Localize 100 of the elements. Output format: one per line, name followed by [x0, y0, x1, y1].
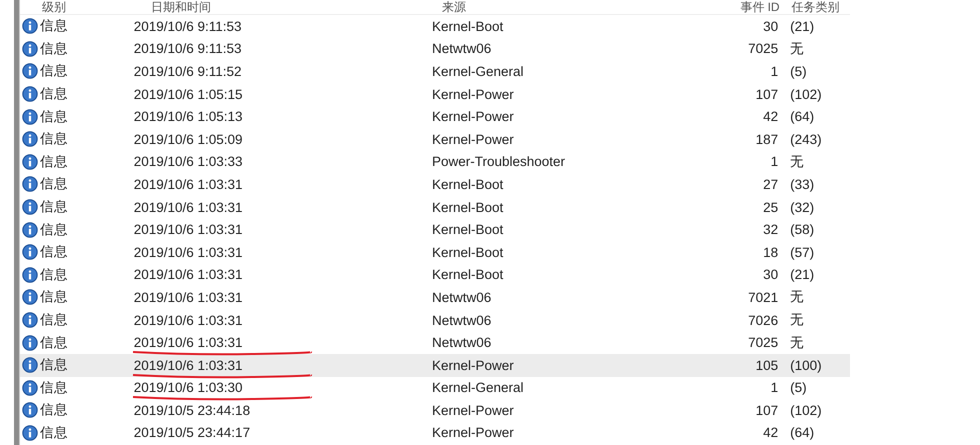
table-row[interactable]: 信息 2019/10/6 1:05:09 Kernel-Power 187 (243): [20, 128, 850, 151]
info-icon: [22, 86, 38, 102]
info-icon: [22, 357, 38, 374]
table-row[interactable]: 信息 2019/10/6 9:11:52 Kernel-General 1 (5): [20, 60, 850, 83]
table-cell-text: (57): [789, 244, 816, 260]
table-cell: 信息: [40, 130, 68, 148]
table-row[interactable]: 信息 2019/10/6 1:03:31 Netwtw06 7026 无: [20, 308, 850, 332]
table-cell-text: 25: [762, 200, 778, 215]
table-row[interactable]: 信息 2019/10/6 1:03:31 Kernel-Boot 25 (32): [20, 196, 850, 218]
column-header[interactable]: 事件 ID: [675, 0, 780, 14]
table-cell-text: 7025: [747, 41, 778, 56]
table-cell: 信息: [40, 424, 68, 442]
table-cell-text: 42: [762, 425, 778, 440]
table-cell-text: Kernel-Boot: [432, 18, 504, 34]
info-icon: [22, 154, 38, 170]
table-cell-text: 2019/10/6 1:03:31: [134, 267, 244, 282]
table-cell-text: (21): [789, 267, 816, 282]
table-row[interactable]: 信息 2019/10/6 1:03:31 Kernel-Boot 27 (33): [20, 173, 850, 196]
table-cell: 信息: [40, 40, 68, 58]
table-cell-text: 30: [762, 267, 778, 282]
table-cell-text: 2019/10/6 1:03:31: [134, 290, 244, 305]
table-cell-text: 7025: [747, 335, 778, 350]
table-row[interactable]: 信息 2019/10/6 1:03:33 Power-Troubleshooter 1 无: [20, 150, 850, 174]
table-cell-text: (243): [789, 132, 823, 147]
info-icon: [22, 176, 38, 192]
table-row[interactable]: 信息 2019/10/6 1:03:30 Kernel-General 1 (5): [20, 376, 850, 400]
table-row[interactable]: 信息 2019/10/6 9:11:53 Kernel-Boot 30 (21): [20, 15, 850, 38]
column-header[interactable]: 级别: [20, 0, 151, 14]
table-cell-text: Netwtw06: [432, 335, 492, 350]
table-cell-text: 2019/10/5 23:44:18: [134, 402, 252, 418]
table-cell: 信息: [40, 62, 68, 80]
table-cell-text: 18: [762, 244, 778, 260]
table-row[interactable]: 信息 2019/10/6 1:05:15 Kernel-Power 107 (102): [20, 82, 850, 106]
table-cell: 信息: [40, 220, 68, 239]
table-cell-text: Kernel-Boot: [432, 244, 504, 260]
table-row[interactable]: 信息 2019/10/6 1:03:31 Kernel-Power 105 (100): [20, 354, 850, 376]
table-row[interactable]: 信息 2019/10/6 1:03:31 Kernel-Boot 30 (21): [20, 264, 850, 286]
table-cell-text: 无: [789, 288, 806, 306]
info-icon: [22, 40, 38, 57]
table-row[interactable]: 信息 2019/10/6 1:03:31 Netwtw06 7021 无: [20, 286, 850, 309]
table-row[interactable]: 信息 2019/10/6 1:05:13 Kernel-Power 42 (64): [20, 105, 850, 128]
info-icon: [22, 334, 38, 351]
table-cell-text: Kernel-Power: [432, 86, 515, 102]
table-cell-text: 2019/10/6 1:05:13: [134, 109, 244, 124]
table-cell-text: Kernel-Boot: [432, 200, 504, 215]
table-cell-text: (100): [789, 358, 823, 373]
table-row[interactable]: 信息 2019/10/6 9:11:53 Netwtw06 7025 无: [20, 38, 850, 60]
info-icon: [22, 18, 38, 34]
table-cell-text: 无: [789, 152, 806, 171]
table-cell-text: (21): [789, 18, 816, 34]
column-header[interactable]: 来源: [442, 0, 676, 14]
table-cell-text: (102): [789, 402, 823, 418]
table-row[interactable]: 信息 2019/10/5 23:44:17 Kernel-Power 42 (64): [20, 422, 850, 444]
info-icon: [22, 63, 38, 80]
table-cell-text: Kernel-General: [432, 64, 525, 79]
table-cell-text: Kernel-General: [432, 380, 525, 396]
table-cell-text: Power-Troubleshooter: [432, 154, 566, 170]
table-cell: 信息: [40, 175, 68, 194]
table-cell-text: 2019/10/6 9:11:53: [134, 18, 243, 34]
table-cell-text: Netwtw06: [432, 290, 492, 305]
table-cell: 信息: [40, 311, 68, 330]
table-cell: 信息: [40, 266, 68, 284]
table-cell: 信息: [40, 288, 68, 306]
table-cell-text: Kernel-Power: [432, 425, 515, 440]
table-cell-text: 1: [770, 64, 778, 79]
table-cell-text: 2019/10/6 1:03:31: [134, 200, 244, 215]
table-cell-text: 1: [770, 380, 778, 396]
table-cell-text: 42: [762, 109, 778, 124]
table-row[interactable]: 信息 2019/10/6 1:03:31 Netwtw06 7025 无: [20, 331, 850, 354]
info-icon: [22, 289, 38, 306]
table-cell-text: 30: [762, 18, 778, 34]
table-cell-text: 27: [762, 176, 778, 192]
table-cell-text: 2019/10/6 9:11:52: [134, 64, 243, 79]
info-icon: [22, 380, 38, 396]
column-header[interactable]: 日期和时间: [150, 0, 442, 14]
table-cell-text: 187: [754, 132, 778, 147]
table-row[interactable]: 信息 2019/10/5 23:44:18 Kernel-Power 107 (102): [20, 399, 850, 422]
table-cell-text: 2019/10/6 1:03:31: [134, 176, 244, 192]
table-cell-text: 107: [754, 86, 778, 102]
table-cell-text: 2019/10/6 9:11:53: [134, 41, 243, 56]
table-cell: 信息: [40, 356, 68, 374]
table-cell: 信息: [40, 401, 68, 420]
table-cell-text: 2019/10/6 1:03:31: [134, 312, 244, 328]
table-row[interactable]: 信息 2019/10/6 1:03:31 Kernel-Boot 32 (58): [20, 218, 850, 241]
table-cell-text: (102): [789, 86, 823, 102]
table-cell-text: (32): [789, 200, 816, 215]
table-cell-text: 7026: [747, 312, 778, 328]
table-cell-text: 2019/10/6 1:05:09: [134, 132, 244, 147]
table-row[interactable]: 信息 2019/10/6 1:03:31 Kernel-Boot 18 (57): [20, 240, 850, 264]
column-header[interactable]: 任务类别: [780, 0, 850, 14]
table-cell-text: (5): [789, 64, 808, 79]
table-cell-text: 2019/10/6 1:03:33: [134, 154, 244, 170]
table-cell: 信息: [40, 198, 68, 216]
table-cell-text: 2019/10/6 1:03:31: [134, 358, 244, 373]
table-cell: 信息: [40, 334, 68, 352]
table-cell-text: Kernel-Boot: [432, 222, 504, 238]
info-icon: [22, 199, 38, 216]
table-cell-text: 2019/10/6 1:03:31: [134, 244, 244, 260]
table-cell: 信息: [40, 152, 68, 171]
table-cell-text: 2019/10/6 1:05:15: [134, 86, 244, 102]
